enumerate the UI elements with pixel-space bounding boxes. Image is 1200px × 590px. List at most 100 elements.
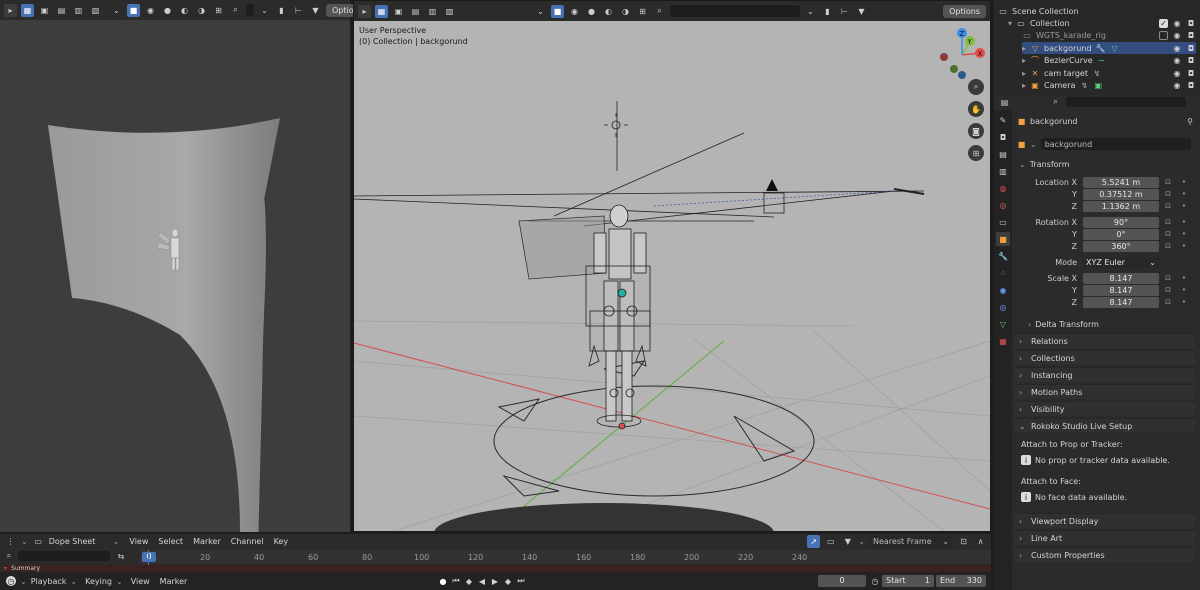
chevron-down-icon[interactable]: ⌄ (113, 537, 120, 546)
menu-key[interactable]: Key (274, 537, 289, 546)
hidden-icon[interactable]: ▭ (824, 535, 837, 548)
rotation-mode-select[interactable]: XYZ Euler ⌄ (1083, 257, 1159, 268)
select-invert-icon[interactable]: ▥ (72, 4, 85, 17)
editor-type-icon[interactable]: ▸ (4, 3, 17, 17)
dope-sheet-editor-icon[interactable]: ⋮ (4, 535, 17, 548)
dope-sheet-mode-select[interactable]: Dope Sheet (49, 537, 109, 546)
filter-icon[interactable]: ▼ (309, 4, 322, 17)
rotation-z-field[interactable]: 360° (1083, 241, 1159, 252)
lock-icon[interactable]: ⊡ (1163, 202, 1173, 212)
camera-view-icon[interactable]: ◙ (968, 123, 984, 139)
material-icon[interactable]: ◉ (568, 5, 581, 18)
delta-transform-subpanel[interactable]: › Delta Transform (1028, 318, 1099, 330)
material-icon[interactable]: ◉ (144, 4, 157, 17)
swap-icon[interactable]: ⇆ (114, 550, 128, 563)
filter-icon[interactable]: ▼ (841, 535, 854, 548)
select-invert-icon[interactable]: ▥ (426, 5, 439, 18)
keyframe-dot-icon[interactable]: • (1179, 286, 1189, 296)
keyframe-dot-icon[interactable]: • (1179, 274, 1189, 284)
camera-render-icon[interactable]: ◘ (1186, 42, 1196, 55)
properties-editor-icon[interactable]: ▤ (998, 96, 1011, 109)
menu-view[interactable]: View (131, 577, 150, 586)
chevron-right-icon[interactable]: ▸ (1022, 44, 1026, 53)
camera-render-icon[interactable]: ◘ (1186, 17, 1196, 30)
prev-keyframe-icon[interactable]: ◆ (464, 575, 474, 588)
chevron-right-icon[interactable]: ▸ (1022, 81, 1026, 90)
bookmark-icon[interactable]: ▮ (821, 5, 834, 18)
outliner-row-wgts[interactable]: ▭ WGTS_karade_rig ◉ ◘ (1022, 29, 1196, 41)
lock-icon[interactable]: ⊡ (1163, 178, 1173, 188)
outliner-row-camera[interactable]: ▸ ▣ Camera ↯ ▣ ◉ ◘ (1022, 79, 1196, 91)
output-tab-icon[interactable]: ▤ (996, 147, 1010, 161)
chevron-down-icon[interactable]: ⌄ (70, 577, 77, 586)
lock-icon[interactable]: ⊡ (1163, 230, 1173, 240)
summary-channel[interactable]: ▾ Summary (4, 565, 991, 572)
line-art-panel[interactable]: › Line Art (1015, 530, 1195, 545)
keyframe-dot-icon[interactable]: • (1179, 218, 1189, 228)
chevron-down-icon[interactable]: ⌄ (116, 577, 123, 586)
camera-render-icon[interactable]: ◘ (1186, 79, 1196, 92)
menu-channel[interactable]: Channel (231, 537, 264, 546)
jump-start-icon[interactable]: ⏮ (451, 575, 461, 588)
keyframe-dot-icon[interactable]: • (1179, 230, 1189, 240)
physics-tab-icon[interactable]: ◉ (996, 283, 1010, 297)
shading-rendered-icon[interactable]: ◑ (619, 5, 632, 18)
chevron-right-icon[interactable]: ▸ (1022, 69, 1026, 78)
location-y-field[interactable]: 0.37512 m (1083, 189, 1159, 200)
eye-icon[interactable]: ◉ (1172, 17, 1182, 30)
keyframe-dot-icon[interactable]: • (1179, 178, 1189, 188)
only-selected-icon[interactable]: ➚ (807, 535, 821, 548)
scale-y-field[interactable]: 8.147 (1083, 285, 1159, 296)
lock-icon[interactable]: ⊡ (1163, 274, 1173, 284)
location-x-field[interactable]: 5.5241 m (1083, 177, 1159, 188)
timeline-editor-icon[interactable]: ◷ (6, 576, 16, 586)
pin-icon[interactable]: ⚲ (1185, 115, 1195, 128)
editor-type-icon[interactable]: ▸ (358, 4, 371, 18)
lock-icon[interactable]: ⊡ (1163, 298, 1173, 308)
menu-select[interactable]: Select (158, 537, 183, 546)
viewport-mode-icon[interactable]: ■ (551, 4, 564, 18)
particles-tab-icon[interactable]: ⁘ (996, 266, 1010, 280)
relations-panel[interactable]: › Relations (1015, 333, 1195, 348)
chevron-down-icon[interactable]: ▾ (1008, 19, 1012, 28)
world-tab-icon[interactable]: ◎ (996, 198, 1010, 212)
next-keyframe-icon[interactable]: ◆ (503, 575, 513, 588)
collections-panel[interactable]: › Collections (1015, 350, 1195, 365)
curve-data-icon[interactable]: ∽ (1097, 54, 1107, 67)
mode-icon[interactable]: ▭ (32, 535, 45, 548)
material-tab-icon[interactable]: ▦ (996, 334, 1010, 348)
mesh-data-icon[interactable]: ▽ (1110, 42, 1120, 55)
overlay-icon[interactable]: ⊞ (212, 4, 225, 17)
chevron-down-icon[interactable]: ⌄ (534, 5, 547, 18)
constraints-tab-icon[interactable]: ◎ (996, 300, 1010, 314)
start-frame-field[interactable]: Start 1 (882, 575, 934, 587)
tool-tab-icon[interactable]: ✎ (996, 113, 1010, 127)
menu-keying[interactable]: Keying (85, 577, 112, 586)
properties-search-input[interactable] (1066, 97, 1186, 107)
scene-tab-icon[interactable]: ◍ (996, 181, 1010, 195)
camera-data-icon[interactable]: ▣ (1093, 79, 1103, 92)
bookmark-icon[interactable]: ▮ (275, 4, 288, 17)
object-name-field[interactable]: backgorund (1040, 138, 1191, 150)
select-intersect-icon[interactable]: ▧ (89, 4, 102, 17)
chevron-down-icon[interactable]: ⌄ (804, 5, 817, 18)
rotation-x-field[interactable]: 90° (1083, 217, 1159, 228)
modifier-tab-icon[interactable]: 🔧 (996, 249, 1010, 263)
curve-icon[interactable]: ∧ (974, 535, 987, 548)
record-icon[interactable]: ● (438, 575, 448, 588)
eye-icon[interactable]: ◉ (1172, 29, 1182, 42)
shading-solid-icon[interactable]: ● (585, 5, 598, 18)
checkbox-icon[interactable] (1159, 30, 1168, 40)
eye-icon[interactable]: ◉ (1172, 79, 1182, 92)
current-frame-marker[interactable]: 0 (142, 552, 156, 562)
end-frame-field[interactable]: End 330 (936, 575, 986, 587)
select-extend-icon[interactable]: ▤ (55, 4, 68, 17)
chevron-down-icon[interactable]: ⌄ (1030, 140, 1037, 149)
object-tab-icon[interactable]: ■ (996, 232, 1010, 246)
filter-icon[interactable]: ▼ (855, 5, 868, 18)
camera-render-icon[interactable]: ◘ (1186, 67, 1196, 80)
scale-x-field[interactable]: 8.147 (1083, 273, 1159, 284)
shading-material-icon[interactable]: ◐ (602, 5, 615, 18)
outliner-row-cam-target[interactable]: ▸ ✕ cam target ↯ ◉ ◘ (1022, 67, 1196, 79)
rotation-y-field[interactable]: 0° (1083, 229, 1159, 240)
